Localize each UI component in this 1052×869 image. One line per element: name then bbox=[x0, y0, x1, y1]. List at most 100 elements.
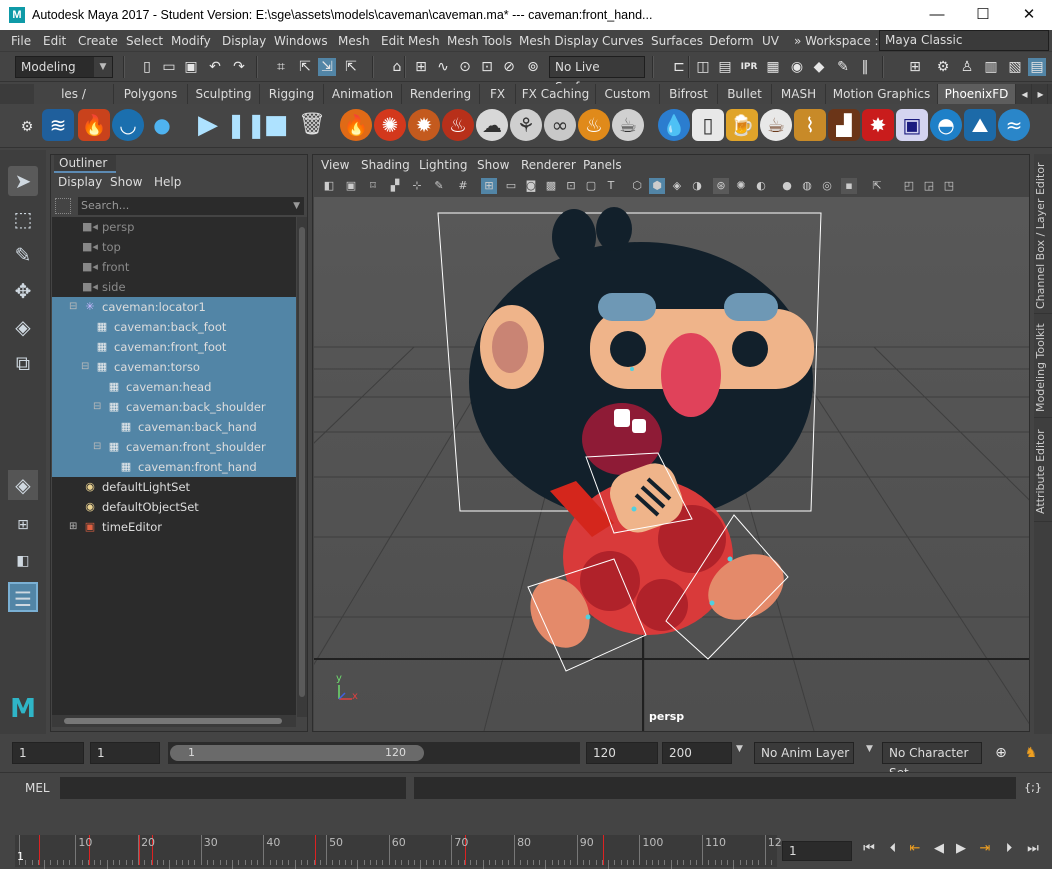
animation-end-field[interactable]: 200 bbox=[662, 742, 732, 764]
menu-windows[interactable]: Windows bbox=[274, 34, 328, 48]
menu-modify[interactable]: Modify bbox=[171, 34, 211, 48]
depth-of-field-icon[interactable]: ▪ bbox=[841, 178, 857, 194]
outliner-menu-help[interactable]: Help bbox=[154, 175, 181, 189]
motion-blur-icon[interactable]: ◍ bbox=[799, 178, 815, 194]
grease-pencil-icon[interactable]: ✎ bbox=[431, 178, 447, 194]
camera-attributes-icon[interactable]: ▣ bbox=[343, 178, 359, 194]
move-tool-icon[interactable]: ✥ bbox=[8, 276, 38, 306]
shelf-tab-phoenixfd[interactable]: PhoenixFD bbox=[938, 84, 1016, 104]
auto-key-icon[interactable]: ⊕ bbox=[992, 744, 1010, 762]
shelf-tab-rendering[interactable]: Rendering bbox=[402, 84, 480, 104]
outliner-search-input[interactable]: Search... ▼ bbox=[78, 197, 304, 215]
tool-settings-icon[interactable]: ▧ bbox=[1006, 58, 1024, 76]
outliner-horizontal-scrollbar[interactable] bbox=[52, 715, 296, 727]
stop-icon[interactable]: ■ bbox=[260, 109, 292, 141]
image-plane-icon[interactable]: ▞ bbox=[387, 178, 403, 194]
character-set-dropdown[interactable]: No Character Set bbox=[882, 742, 982, 780]
menu-file[interactable]: File bbox=[11, 34, 31, 48]
outliner-tab[interactable]: Outliner bbox=[54, 155, 116, 173]
resolution-gate-icon[interactable]: ◙ bbox=[523, 178, 539, 194]
steam-icon[interactable]: ☕ bbox=[612, 109, 644, 141]
grid-icon[interactable]: ⊞ bbox=[481, 178, 497, 194]
milk-icon[interactable]: ▯ bbox=[692, 109, 724, 141]
outliner-menu-display[interactable]: Display bbox=[58, 175, 102, 189]
human-ik-icon[interactable]: ♙ bbox=[958, 58, 976, 76]
fire-source-icon[interactable]: 🔥 bbox=[340, 109, 372, 141]
single-perspective-layout-icon[interactable]: ◈ bbox=[8, 470, 38, 500]
smoke-icon[interactable]: ☁ bbox=[476, 109, 508, 141]
close-button[interactable]: ✕ bbox=[1006, 0, 1052, 30]
waterfall-icon[interactable]: ⛰ bbox=[964, 109, 996, 141]
input-ops-icon[interactable]: ⊏ bbox=[670, 58, 688, 76]
menu-edit[interactable]: Edit bbox=[43, 34, 66, 48]
expand-icon[interactable]: ⊞ bbox=[69, 517, 77, 537]
keyframe-marker[interactable] bbox=[602, 835, 604, 865]
use-all-lights-icon[interactable]: ⊛ bbox=[713, 178, 729, 194]
delete-cache-icon[interactable]: 🗑 bbox=[296, 109, 328, 141]
xray-active-icon[interactable]: ◲ bbox=[921, 178, 937, 194]
play-backwards-icon[interactable]: ◀ bbox=[930, 841, 948, 857]
chevron-down-icon[interactable]: ▼ bbox=[866, 744, 873, 754]
field-chart-icon[interactable]: ⊡ bbox=[563, 178, 579, 194]
outliner-vertical-scrollbar[interactable] bbox=[297, 217, 307, 717]
mel-input[interactable] bbox=[60, 777, 406, 799]
script-editor-icon[interactable]: {;} bbox=[1024, 779, 1042, 797]
toggle-grid-icon[interactable]: # bbox=[455, 178, 471, 194]
modeling-toolkit-tab[interactable]: Modeling Toolkit bbox=[1034, 318, 1052, 418]
redo-icon[interactable]: ↷ bbox=[230, 58, 248, 76]
go-to-end-icon[interactable]: ⏭ bbox=[1024, 841, 1042, 857]
step-back-frame-icon[interactable]: ⏴ bbox=[884, 841, 902, 857]
menu-mesh-tools[interactable]: Mesh Tools bbox=[447, 34, 512, 48]
safe-action-icon[interactable]: ▢ bbox=[583, 178, 599, 194]
smoke-source-icon[interactable]: ✹ bbox=[408, 109, 440, 141]
shelf-tab-bullet[interactable]: Bullet bbox=[718, 84, 772, 104]
viewport-canvas[interactable]: y x persp bbox=[314, 197, 1029, 731]
collapse-icon[interactable]: ⊟ bbox=[93, 397, 101, 417]
collapse-icon[interactable]: ⊟ bbox=[93, 437, 101, 457]
candle-flame-icon[interactable]: ♨ bbox=[578, 109, 610, 141]
ocean-surface-icon[interactable]: ≈ bbox=[998, 109, 1030, 141]
viewport-menu-show[interactable]: Show bbox=[477, 158, 509, 172]
keyframe-marker[interactable] bbox=[38, 835, 40, 865]
chevron-down-icon[interactable]: ▼ bbox=[736, 744, 743, 754]
menu-uv[interactable]: UV bbox=[762, 34, 779, 48]
filter-icon[interactable] bbox=[55, 198, 71, 214]
beer-icon[interactable]: 🍺 bbox=[726, 109, 758, 141]
snap-grid-icon[interactable]: ⊞ bbox=[412, 58, 430, 76]
scroll-thumb[interactable] bbox=[64, 718, 282, 724]
menuset-dropdown[interactable]: Modeling ▼ bbox=[15, 56, 113, 78]
render-settings-icon[interactable]: ▦ bbox=[764, 58, 782, 76]
coffee-icon[interactable]: ☕ bbox=[760, 109, 792, 141]
ambient-occlusion-icon[interactable]: ● bbox=[779, 178, 795, 194]
snap-plane-icon[interactable]: ⊘ bbox=[500, 58, 518, 76]
channel-box-icon[interactable]: ▤ bbox=[1028, 58, 1046, 76]
outliner-item[interactable]: ▦ caveman:back_hand bbox=[52, 417, 296, 437]
make-live-icon[interactable]: ⊚ bbox=[524, 58, 542, 76]
film-gate-icon[interactable]: ▭ bbox=[503, 178, 519, 194]
menu-surfaces[interactable]: Surfaces bbox=[651, 34, 703, 48]
go-to-start-icon[interactable]: ⏮ bbox=[860, 841, 878, 857]
outliner-item[interactable]: ■◂ persp bbox=[52, 217, 296, 237]
outliner-item[interactable]: ■◂ top bbox=[52, 237, 296, 257]
rotate-tool-icon[interactable]: ◈ bbox=[8, 312, 38, 342]
smooth-shade-icon[interactable]: ⬢ bbox=[649, 178, 665, 194]
menu-create[interactable]: Create bbox=[78, 34, 118, 48]
collapse-icon[interactable]: ⊟ bbox=[69, 297, 77, 317]
select-tool-icon[interactable]: ➤ bbox=[8, 166, 38, 196]
ipr-render-icon[interactable]: IPR bbox=[740, 58, 758, 76]
viewport-menu-shading[interactable]: Shading bbox=[361, 158, 410, 172]
attribute-editor-icon[interactable]: ▥ bbox=[982, 58, 1000, 76]
pause-icon[interactable]: ❚❚ bbox=[226, 109, 266, 141]
multisample-aa-icon[interactable]: ◎ bbox=[819, 178, 835, 194]
wireframe-icon[interactable]: ⬡ bbox=[629, 178, 645, 194]
2d-pan-zoom-icon[interactable]: ⊹ bbox=[409, 178, 425, 194]
render-frame-icon[interactable]: ▤ bbox=[716, 58, 734, 76]
keyframe-marker[interactable] bbox=[139, 835, 141, 865]
wind-icon[interactable]: ∞ bbox=[544, 109, 576, 141]
paint-splash-icon[interactable]: ✸ bbox=[862, 109, 894, 141]
collapse-icon[interactable]: ⊟ bbox=[81, 357, 89, 377]
select-object-icon[interactable]: ⇱ bbox=[296, 58, 314, 76]
play-forwards-icon[interactable]: ▶ bbox=[952, 841, 970, 857]
step-back-key-icon[interactable]: ⇤ bbox=[906, 841, 924, 857]
render-setup-icon[interactable]: ◆ bbox=[810, 58, 828, 76]
